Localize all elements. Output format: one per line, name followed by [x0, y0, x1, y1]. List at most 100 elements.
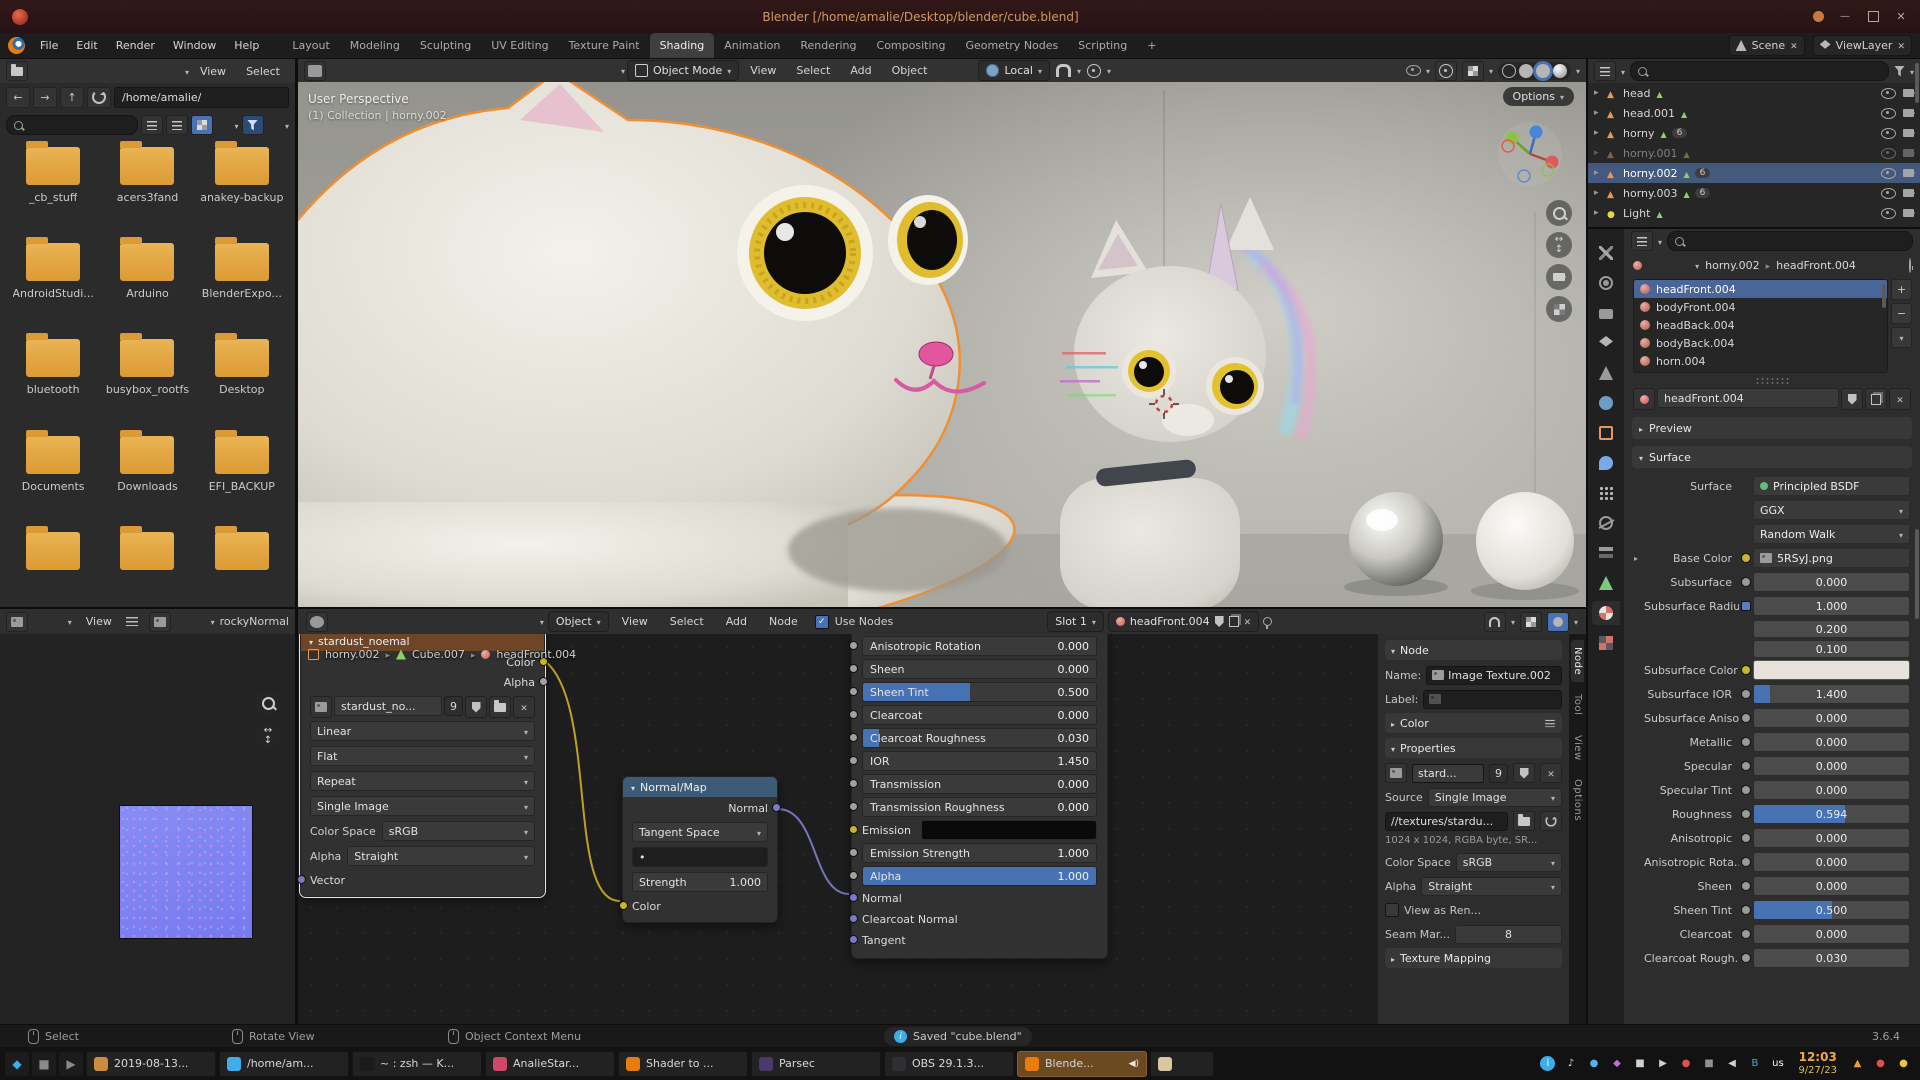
- mode-dropdown[interactable]: Object Mode: [627, 60, 739, 81]
- tray-icon[interactable]: B: [1743, 1052, 1766, 1075]
- bsdf-property-row[interactable]: IOR 1.450: [862, 751, 1097, 771]
- editor-type-button[interactable]: [6, 612, 28, 632]
- properties-tab[interactable]: [1592, 301, 1620, 325]
- unlink-material-button[interactable]: [1889, 388, 1911, 410]
- vector-input-row[interactable]: Vector: [310, 871, 535, 889]
- input-socket[interactable]: [849, 848, 858, 857]
- disable-in-render-icon[interactable]: [1903, 209, 1914, 217]
- preview-panel-header[interactable]: Preview: [1632, 417, 1912, 439]
- property-value-widget[interactable]: GGX: [1753, 500, 1910, 520]
- input-socket[interactable]: [849, 914, 858, 923]
- editor-type-button[interactable]: [1631, 231, 1653, 251]
- material-slot[interactable]: headBack.004: [1634, 316, 1887, 334]
- viewport-canvas[interactable]: User Perspective (1) Collection | horny.…: [298, 82, 1586, 607]
- taskbar-launcher[interactable]: ■: [32, 1052, 56, 1076]
- folder-item[interactable]: [6, 532, 100, 605]
- bsdf-property-row[interactable]: Alpha 1.000: [862, 866, 1097, 886]
- tray-status-icon[interactable]: ●: [1892, 1052, 1915, 1075]
- object-name[interactable]: head: [1623, 87, 1650, 100]
- material-slot[interactable]: bodyFront.004: [1634, 298, 1887, 316]
- tray-icon[interactable]: ■: [1697, 1052, 1720, 1075]
- properties-tab[interactable]: [1592, 571, 1620, 595]
- hide-in-viewport-icon[interactable]: [1881, 128, 1896, 139]
- property-value-widget[interactable]: 0.000: [1753, 780, 1910, 800]
- camera-view-button[interactable]: [1546, 264, 1572, 290]
- filepath-field[interactable]: //textures/stardu...: [1385, 812, 1508, 831]
- properties-scrollbar[interactable]: [1915, 529, 1919, 619]
- input-socket[interactable]: [849, 733, 858, 742]
- zoom-button[interactable]: [1546, 200, 1572, 226]
- viewport-menu[interactable]: Select: [787, 59, 839, 82]
- input-socket[interactable]: [849, 641, 858, 650]
- material-name-field[interactable]: headFront.004: [1664, 392, 1744, 405]
- outliner-filter-icon[interactable]: [1894, 66, 1905, 77]
- object-name[interactable]: head.001: [1623, 107, 1675, 120]
- show-hide-icon[interactable]: [1406, 65, 1421, 76]
- gizmos-toggle[interactable]: [1435, 61, 1457, 81]
- material-slot[interactable]: horn.004: [1634, 352, 1887, 370]
- properties-tab[interactable]: [1592, 541, 1620, 565]
- object-name[interactable]: horny: [1623, 127, 1655, 140]
- expand-icon[interactable]: [1594, 148, 1607, 158]
- normal-map-node[interactable]: Normal/Map Normal Tangent Space • Streng…: [622, 776, 778, 923]
- add-slot-button[interactable]: +: [1891, 279, 1912, 300]
- property-value-widget[interactable]: 1.400: [1753, 684, 1910, 704]
- properties-tab[interactable]: [1592, 361, 1620, 385]
- normal-map-texture-preview[interactable]: [120, 806, 252, 938]
- seam-margin-field[interactable]: 8: [1455, 925, 1562, 944]
- input-socket[interactable]: [849, 825, 858, 834]
- hide-in-viewport-icon[interactable]: [1881, 88, 1896, 99]
- path-field[interactable]: /home/amalie/: [114, 87, 289, 108]
- 3d-scene[interactable]: [298, 82, 1586, 607]
- viewport-menu[interactable]: Object: [883, 59, 937, 82]
- image-name[interactable]: stardust_no...: [341, 700, 416, 713]
- node-enum-dropdown[interactable]: Single Image: [310, 796, 535, 816]
- browse-material-button[interactable]: [1633, 388, 1655, 410]
- taskbar-app-button[interactable]: 2019-08-13... ◀): [86, 1051, 216, 1077]
- fake-user-button[interactable]: [465, 696, 487, 718]
- viewport-options-dropdown[interactable]: Options: [1503, 87, 1574, 106]
- properties-tab[interactable]: [1592, 481, 1620, 505]
- hide-in-viewport-icon[interactable]: [1881, 208, 1896, 219]
- properties-section-header[interactable]: Properties: [1385, 738, 1562, 758]
- forward-button[interactable]: →: [33, 87, 57, 108]
- workspace-tab[interactable]: Layout: [282, 33, 339, 58]
- bsdf-property-row[interactable]: Clearcoat 0.000: [862, 705, 1097, 725]
- tray-icon[interactable]: i: [1536, 1052, 1559, 1075]
- use-nodes-checkbox[interactable]: [815, 615, 829, 629]
- workspace-tab[interactable]: Modeling: [340, 33, 410, 58]
- strength-slider[interactable]: Strength 1.000: [632, 872, 768, 892]
- bsdf-property-row[interactable]: Transmission Roughness 0.000: [862, 797, 1097, 817]
- normal-output-row[interactable]: Normal: [632, 799, 768, 817]
- property-value-widget[interactable]: Random Walk: [1753, 524, 1910, 544]
- input-socket[interactable]: [849, 893, 858, 902]
- node-output-socket-row[interactable]: Alpha: [310, 673, 535, 691]
- workspace-tab[interactable]: UV Editing: [481, 33, 558, 58]
- minimize-button[interactable]: [1838, 10, 1852, 24]
- outliner-row[interactable]: head.001: [1588, 103, 1920, 123]
- input-socket[interactable]: [849, 710, 858, 719]
- shader-editor-menu[interactable]: Add: [717, 609, 756, 634]
- file-browser-menu[interactable]: View: [191, 59, 235, 83]
- bsdf-property-row[interactable]: Sheen Tint 0.500: [862, 682, 1097, 702]
- bsdf-property-row[interactable]: Anisotropic Rotation 0.000: [862, 636, 1097, 656]
- open-image-button[interactable]: [489, 696, 511, 718]
- workspace-tab[interactable]: Geometry Nodes: [955, 33, 1068, 58]
- material-slot[interactable]: headFront.004: [1634, 280, 1887, 298]
- material-property-row[interactable]: Subsurface IOR 1.400: [1634, 684, 1910, 704]
- workspace-tab[interactable]: Rendering: [790, 33, 866, 58]
- node-label-field[interactable]: [1423, 690, 1562, 709]
- property-value-widget[interactable]: 0.000: [1753, 876, 1910, 896]
- unlink-image-button[interactable]: [1540, 763, 1562, 783]
- tray-icon[interactable]: ●: [1674, 1052, 1697, 1075]
- property-value-widget[interactable]: 0.000: [1753, 708, 1910, 728]
- input-socket[interactable]: [849, 664, 858, 673]
- overlays-node-toggle[interactable]: [1520, 612, 1542, 632]
- image-browse-button[interactable]: [310, 696, 332, 718]
- expand-icon[interactable]: [1594, 88, 1607, 98]
- image-texture-node[interactable]: stardust_noemal Color Alpha stardust_no.: [300, 634, 545, 897]
- color-input-row[interactable]: Color: [632, 897, 768, 915]
- taskbar-app-button[interactable]: ~ : zsh — K... ◀): [352, 1051, 482, 1077]
- expand-icon[interactable]: [1594, 188, 1607, 198]
- material-property-row[interactable]: Metallic 0.000: [1634, 732, 1910, 752]
